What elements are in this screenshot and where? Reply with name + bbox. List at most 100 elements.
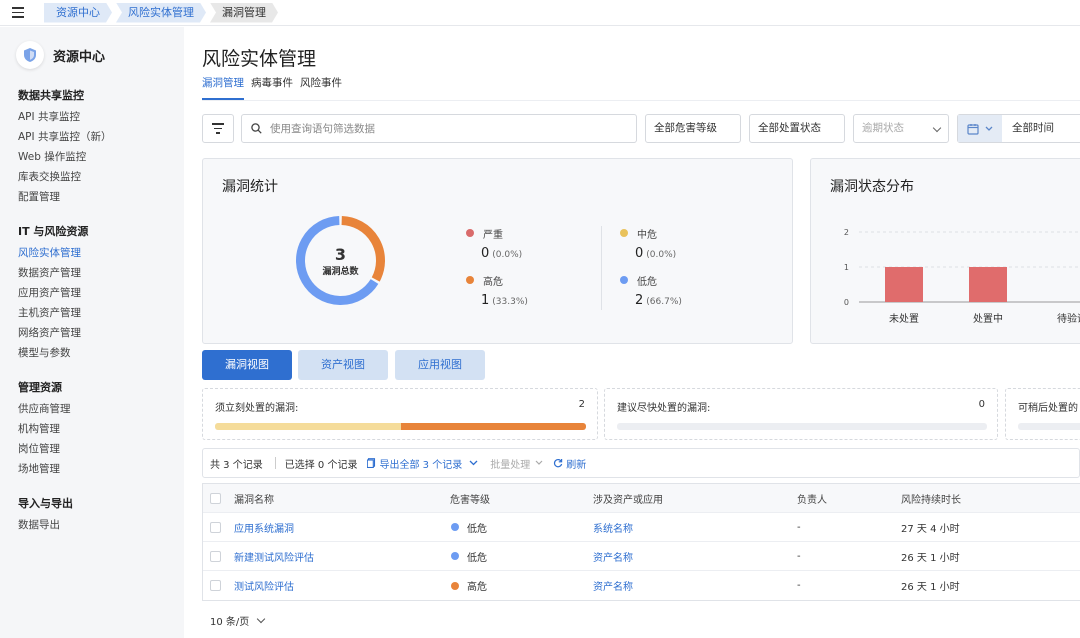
sidebar-item[interactable]: 岗位管理 bbox=[18, 439, 184, 459]
sidebar-group: IT 与风险资源 风险实体管理 数据资产管理 应用资产管理 主机资产管理 网络资… bbox=[0, 222, 184, 363]
status-bar-0 bbox=[885, 267, 923, 302]
priority-progress-bar bbox=[1018, 423, 1080, 430]
level-cell: 高危 bbox=[450, 578, 593, 593]
asset-view-button[interactable]: 资产视图 bbox=[298, 350, 388, 380]
donut-total-label: 漏洞总数 bbox=[322, 267, 359, 277]
vulnerability-name-link[interactable]: 新建测试风险评估 bbox=[234, 549, 450, 564]
export-icon bbox=[367, 458, 376, 468]
progress-segment-1 bbox=[400, 423, 586, 430]
table-row: 新建测试风险评估 低危 资产名称 - 26 天 1 小时 bbox=[203, 542, 1080, 571]
duration-cell: 27 天 4 小时 bbox=[901, 523, 960, 535]
refresh-button[interactable]: 刷新 bbox=[553, 456, 586, 471]
priority-label: 可稍后处置的 bbox=[1018, 403, 1078, 414]
tab-vulnerability[interactable]: 漏洞管理 bbox=[202, 77, 244, 100]
sidebar-item[interactable]: 数据导出 bbox=[18, 515, 184, 535]
row-checkbox[interactable] bbox=[210, 521, 221, 533]
sidebar-item[interactable]: 库表交换监控 bbox=[18, 167, 184, 187]
sidebar-item[interactable]: Web 操作监控 bbox=[18, 147, 184, 167]
asset-link[interactable]: 资产名称 bbox=[593, 549, 797, 564]
menu-icon[interactable] bbox=[0, 3, 36, 23]
sidebar-item[interactable]: 数据资产管理 bbox=[18, 263, 184, 283]
chevron-down-icon bbox=[985, 126, 993, 131]
filter-button[interactable] bbox=[202, 114, 234, 143]
row-checkbox[interactable] bbox=[210, 580, 221, 591]
status-bar-chart: 2 1 0 未处置 处置中 待验证 bbox=[844, 228, 1080, 325]
record-total: 共 3 个记录 bbox=[210, 459, 263, 471]
asset-link[interactable]: 资产名称 bbox=[593, 578, 797, 593]
stat-value: 0 (0.0%) bbox=[481, 246, 522, 261]
sidebar-item[interactable]: 机构管理 bbox=[18, 419, 184, 439]
sidebar-item[interactable]: 场地管理 bbox=[18, 459, 184, 479]
sidebar-item[interactable]: 配置管理 bbox=[18, 187, 184, 207]
export-label: 导出全部 3 个记录 bbox=[379, 459, 463, 471]
stat-percent: (0.0%) bbox=[646, 250, 677, 260]
sidebar-group-title: 数据共享监控 bbox=[18, 89, 84, 102]
asset-link[interactable]: 系统名称 bbox=[593, 520, 797, 535]
status-select[interactable]: 全部处置状态 bbox=[749, 114, 845, 143]
tab-virus-events[interactable]: 病毒事件 bbox=[251, 77, 293, 100]
column-header: 负责人 bbox=[797, 494, 827, 506]
sidebar-item[interactable]: 应用资产管理 bbox=[18, 283, 184, 303]
record-selected: 已选择 0 个记录 bbox=[284, 459, 358, 471]
stat-value: 0 (0.0%) bbox=[635, 246, 676, 261]
divider bbox=[601, 226, 602, 310]
vulnerability-view-button[interactable]: 漏洞视图 bbox=[202, 350, 292, 380]
stat-value: 2 (66.7%) bbox=[635, 293, 682, 308]
y-tick-label: 2 bbox=[844, 228, 849, 237]
table-toolbar: 共 3 个记录 已选择 0 个记录 导出全部 3 个记录 批量处理 刷新 bbox=[202, 448, 1080, 478]
stat-name: 低危 bbox=[637, 277, 657, 288]
sidebar-item[interactable]: 模型与参数 bbox=[18, 343, 184, 363]
stat-percent: (33.3%) bbox=[492, 297, 528, 307]
priority-label: 须立刻处置的漏洞: bbox=[215, 403, 299, 414]
stat-count: 2 bbox=[635, 293, 644, 308]
sidebar-group-title: IT 与风险资源 bbox=[18, 225, 89, 238]
priority-count: 2 bbox=[578, 399, 585, 410]
batch-process-button[interactable]: 批量处理 bbox=[490, 456, 543, 471]
divider bbox=[202, 100, 1080, 101]
vulnerability-name-link[interactable]: 应用系统漏洞 bbox=[234, 520, 450, 535]
sidebar-item[interactable]: 供应商管理 bbox=[18, 399, 184, 419]
calendar-icon[interactable] bbox=[958, 115, 1002, 142]
sidebar-item[interactable]: 网络资产管理 bbox=[18, 323, 184, 343]
app-view-button[interactable]: 应用视图 bbox=[395, 350, 485, 380]
sidebar-item[interactable]: API 共享监控 bbox=[18, 107, 184, 127]
donut-total: 3 bbox=[334, 245, 347, 264]
select-all-checkbox[interactable] bbox=[210, 492, 221, 504]
level-cell: 低危 bbox=[450, 549, 593, 564]
vulnerability-name-link[interactable]: 测试风险评估 bbox=[234, 578, 450, 593]
stat-value: 1 (33.3%) bbox=[481, 293, 528, 308]
sidebar-item[interactable]: API 共享监控（新） bbox=[18, 127, 184, 147]
row-checkbox[interactable] bbox=[210, 550, 221, 562]
breadcrumb-item[interactable]: 资源中心 bbox=[44, 3, 112, 23]
sidebar: 资源中心 数据共享监控 API 共享监控 API 共享监控（新） Web 操作监… bbox=[0, 27, 184, 638]
overdue-select[interactable]: 逾期状态 bbox=[853, 114, 949, 143]
y-tick-label: 0 bbox=[844, 298, 849, 307]
level-cell: 低危 bbox=[450, 520, 593, 535]
priority-count: 0 bbox=[978, 399, 985, 410]
level-text: 低危 bbox=[467, 552, 487, 564]
x-tick-label: 待验证 bbox=[1057, 312, 1080, 325]
stat-percent: (0.0%) bbox=[492, 250, 523, 260]
main-content: 风险实体管理 漏洞管理 病毒事件 风险事件 全部危害等级 全部处置状态 逾期状态… bbox=[184, 27, 1080, 638]
priority-card-immediate: 须立刻处置的漏洞: 2 bbox=[202, 388, 598, 440]
severity-select[interactable]: 全部危害等级 bbox=[645, 114, 741, 143]
time-range-picker[interactable]: 全部时间 bbox=[957, 114, 1080, 143]
tab-bar: 漏洞管理 病毒事件 风险事件 bbox=[202, 77, 342, 100]
medium-dot bbox=[620, 229, 628, 237]
page-size-select[interactable]: 10 条/页 bbox=[210, 613, 266, 628]
search-box bbox=[241, 114, 637, 143]
level-text: 高危 bbox=[467, 582, 487, 593]
stat-count: 1 bbox=[481, 293, 490, 308]
sidebar-item-risk-entity[interactable]: 风险实体管理 bbox=[18, 243, 184, 263]
search-input[interactable] bbox=[270, 122, 610, 135]
sidebar-item[interactable]: 主机资产管理 bbox=[18, 303, 184, 323]
tab-risk-events[interactable]: 风险事件 bbox=[300, 77, 342, 100]
duration-cell: 26 天 1 小时 bbox=[901, 552, 960, 564]
shield-icon bbox=[16, 41, 44, 69]
level-dot bbox=[451, 523, 459, 531]
breadcrumb-item[interactable]: 风险实体管理 bbox=[116, 3, 206, 23]
overdue-select-label: 逾期状态 bbox=[862, 122, 904, 134]
table-row: 测试风险评估 高危 资产名称 - 26 天 1 小时 bbox=[203, 571, 1080, 600]
export-button[interactable]: 导出全部 3 个记录 bbox=[367, 456, 478, 471]
breadcrumb: 资源中心 风险实体管理 漏洞管理 bbox=[44, 3, 282, 23]
